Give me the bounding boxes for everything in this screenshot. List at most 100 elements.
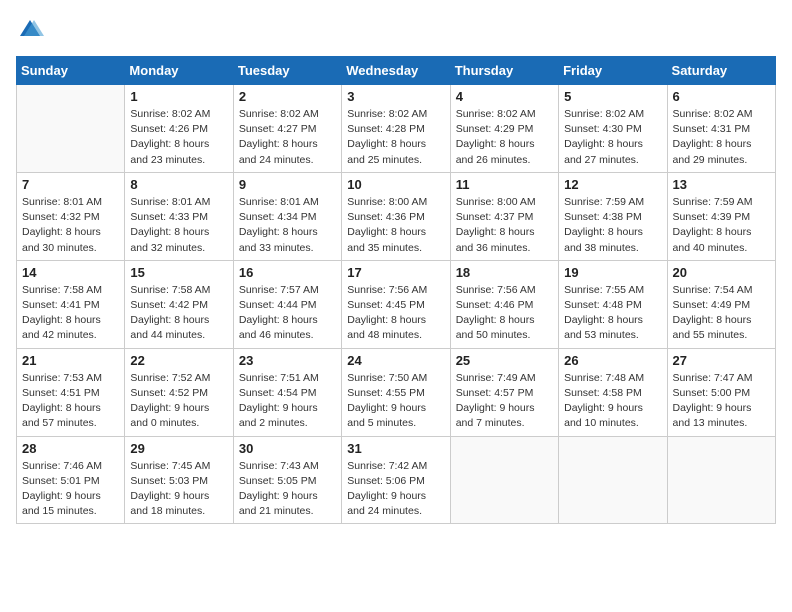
calendar-cell: 13Sunrise: 7:59 AM Sunset: 4:39 PM Dayli… [667, 172, 775, 260]
day-info: Sunrise: 8:02 AM Sunset: 4:28 PM Dayligh… [347, 107, 444, 168]
day-number: 14 [22, 265, 119, 280]
calendar-header-row: SundayMondayTuesdayWednesdayThursdayFrid… [17, 57, 776, 85]
day-number: 3 [347, 89, 444, 104]
calendar-cell: 23 Sunrise: 7:51 AM Sunset: 4:54 PM Dayli… [233, 348, 341, 436]
day-info: Sunrise: 7:56 AM Sunset: 4:46 PM Dayligh… [456, 283, 553, 344]
day-info: Sunrise: 7:58 AM Sunset: 4:41 PM Dayligh… [22, 283, 119, 344]
day-info: Sunrise: 8:01 AM Sunset: 4:34 PM Dayligh… [239, 195, 336, 256]
day-number: 6 [673, 89, 770, 104]
day-info: Sunrise: 8:01 AM Sunset: 4:33 PM Dayligh… [130, 195, 227, 256]
day-info: Sunrise: 8:00 AM Sunset: 4:36 PM Dayligh… [347, 195, 444, 256]
day-number: 20 [673, 265, 770, 280]
day-number: 16 [239, 265, 336, 280]
day-number: 10 [347, 177, 444, 192]
day-info: Sunrise: 8:02 AM Sunset: 4:27 PM Dayligh… [239, 107, 336, 168]
page-header [16, 16, 776, 44]
week-row-1: 1 Sunrise: 8:02 AM Sunset: 4:26 PM Daylig… [17, 85, 776, 173]
calendar-cell: 29 Sunrise: 7:45 AM Sunset: 5:03 PM Dayli… [125, 436, 233, 524]
day-info: Sunrise: 8:02 AM Sunset: 4:29 PM Dayligh… [456, 107, 553, 168]
day-number: 17 [347, 265, 444, 280]
day-info: Sunrise: 7:57 AM Sunset: 4:44 PM Dayligh… [239, 283, 336, 344]
calendar-cell: 31Sunrise: 7:42 AM Sunset: 5:06 PM Dayli… [342, 436, 450, 524]
day-number: 15 [130, 265, 227, 280]
day-info: Sunrise: 8:02 AM Sunset: 4:26 PM Dayligh… [130, 107, 227, 168]
day-info: Sunrise: 8:02 AM Sunset: 4:31 PM Dayligh… [673, 107, 770, 168]
calendar-cell: 26Sunrise: 7:48 AM Sunset: 4:58 PM Dayli… [559, 348, 667, 436]
day-number: 11 [456, 177, 553, 192]
day-number: 26 [564, 353, 661, 368]
day-number: 7 [22, 177, 119, 192]
col-header-tuesday: Tuesday [233, 57, 341, 85]
day-info: Sunrise: 7:46 AM Sunset: 5:01 PM Dayligh… [22, 459, 119, 520]
calendar-cell: 24 Sunrise: 7:50 AM Sunset: 4:55 PM Dayli… [342, 348, 450, 436]
day-number: 12 [564, 177, 661, 192]
day-number: 24 [347, 353, 444, 368]
day-number: 2 [239, 89, 336, 104]
day-number: 29 [130, 441, 227, 456]
day-info: Sunrise: 7:50 AM Sunset: 4:55 PM Dayligh… [347, 371, 444, 432]
col-header-thursday: Thursday [450, 57, 558, 85]
calendar-cell: 3 Sunrise: 8:02 AM Sunset: 4:28 PM Daylig… [342, 85, 450, 173]
calendar-cell: 12 Sunrise: 7:59 AM Sunset: 4:38 PM Dayli… [559, 172, 667, 260]
logo [16, 16, 46, 44]
calendar-cell [667, 436, 775, 524]
calendar-cell: 19Sunrise: 7:55 AM Sunset: 4:48 PM Dayli… [559, 260, 667, 348]
day-number: 1 [130, 89, 227, 104]
col-header-friday: Friday [559, 57, 667, 85]
day-number: 28 [22, 441, 119, 456]
col-header-monday: Monday [125, 57, 233, 85]
logo-icon [16, 16, 44, 44]
week-row-3: 14 Sunrise: 7:58 AM Sunset: 4:41 PM Dayli… [17, 260, 776, 348]
week-row-4: 21Sunrise: 7:53 AM Sunset: 4:51 PM Dayli… [17, 348, 776, 436]
calendar-cell: 17 Sunrise: 7:56 AM Sunset: 4:45 PM Dayli… [342, 260, 450, 348]
calendar-cell: 6 Sunrise: 8:02 AM Sunset: 4:31 PM Daylig… [667, 85, 775, 173]
day-info: Sunrise: 7:49 AM Sunset: 4:57 PM Dayligh… [456, 371, 553, 432]
day-number: 13 [673, 177, 770, 192]
calendar-cell: 18 Sunrise: 7:56 AM Sunset: 4:46 PM Dayli… [450, 260, 558, 348]
day-number: 18 [456, 265, 553, 280]
day-number: 9 [239, 177, 336, 192]
calendar-cell [17, 85, 125, 173]
day-info: Sunrise: 7:55 AM Sunset: 4:48 PM Dayligh… [564, 283, 661, 344]
calendar-cell: 4Sunrise: 8:02 AM Sunset: 4:29 PM Daylig… [450, 85, 558, 173]
day-number: 22 [130, 353, 227, 368]
day-info: Sunrise: 8:00 AM Sunset: 4:37 PM Dayligh… [456, 195, 553, 256]
calendar-cell: 30 Sunrise: 7:43 AM Sunset: 5:05 PM Dayli… [233, 436, 341, 524]
col-header-wednesday: Wednesday [342, 57, 450, 85]
week-row-2: 7 Sunrise: 8:01 AM Sunset: 4:32 PM Daylig… [17, 172, 776, 260]
calendar-cell: 7 Sunrise: 8:01 AM Sunset: 4:32 PM Daylig… [17, 172, 125, 260]
day-info: Sunrise: 7:51 AM Sunset: 4:54 PM Dayligh… [239, 371, 336, 432]
week-row-5: 28 Sunrise: 7:46 AM Sunset: 5:01 PM Dayli… [17, 436, 776, 524]
calendar-cell [559, 436, 667, 524]
calendar-cell: 15 Sunrise: 7:58 AM Sunset: 4:42 PM Dayli… [125, 260, 233, 348]
col-header-saturday: Saturday [667, 57, 775, 85]
calendar-cell: 16 Sunrise: 7:57 AM Sunset: 4:44 PM Dayli… [233, 260, 341, 348]
day-number: 5 [564, 89, 661, 104]
calendar-cell: 27 Sunrise: 7:47 AM Sunset: 5:00 PM Dayli… [667, 348, 775, 436]
calendar-cell: 10 Sunrise: 8:00 AM Sunset: 4:36 PM Dayli… [342, 172, 450, 260]
day-number: 30 [239, 441, 336, 456]
day-info: Sunrise: 7:54 AM Sunset: 4:49 PM Dayligh… [673, 283, 770, 344]
calendar-cell: 9 Sunrise: 8:01 AM Sunset: 4:34 PM Daylig… [233, 172, 341, 260]
day-info: Sunrise: 8:02 AM Sunset: 4:30 PM Dayligh… [564, 107, 661, 168]
day-info: Sunrise: 7:58 AM Sunset: 4:42 PM Dayligh… [130, 283, 227, 344]
calendar-cell: 5 Sunrise: 8:02 AM Sunset: 4:30 PM Daylig… [559, 85, 667, 173]
day-info: Sunrise: 7:59 AM Sunset: 4:38 PM Dayligh… [564, 195, 661, 256]
day-number: 27 [673, 353, 770, 368]
calendar-cell: 14 Sunrise: 7:58 AM Sunset: 4:41 PM Dayli… [17, 260, 125, 348]
day-info: Sunrise: 7:47 AM Sunset: 5:00 PM Dayligh… [673, 371, 770, 432]
calendar-cell: 20 Sunrise: 7:54 AM Sunset: 4:49 PM Dayli… [667, 260, 775, 348]
calendar-cell: 21Sunrise: 7:53 AM Sunset: 4:51 PM Dayli… [17, 348, 125, 436]
calendar-cell [450, 436, 558, 524]
day-number: 21 [22, 353, 119, 368]
day-info: Sunrise: 8:01 AM Sunset: 4:32 PM Dayligh… [22, 195, 119, 256]
calendar-cell: 28 Sunrise: 7:46 AM Sunset: 5:01 PM Dayli… [17, 436, 125, 524]
day-info: Sunrise: 7:56 AM Sunset: 4:45 PM Dayligh… [347, 283, 444, 344]
day-number: 23 [239, 353, 336, 368]
day-info: Sunrise: 7:52 AM Sunset: 4:52 PM Dayligh… [130, 371, 227, 432]
calendar-cell: 1 Sunrise: 8:02 AM Sunset: 4:26 PM Daylig… [125, 85, 233, 173]
day-info: Sunrise: 7:43 AM Sunset: 5:05 PM Dayligh… [239, 459, 336, 520]
col-header-sunday: Sunday [17, 57, 125, 85]
calendar-cell: 25Sunrise: 7:49 AM Sunset: 4:57 PM Dayli… [450, 348, 558, 436]
day-info: Sunrise: 7:45 AM Sunset: 5:03 PM Dayligh… [130, 459, 227, 520]
